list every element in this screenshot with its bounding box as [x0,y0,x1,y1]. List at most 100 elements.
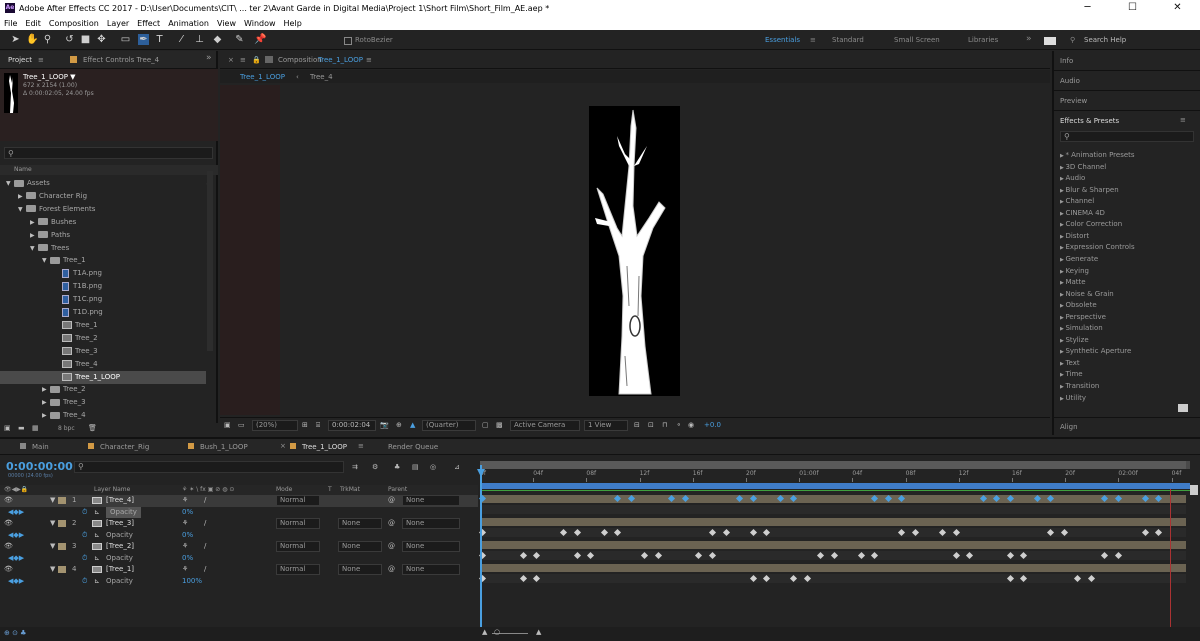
brush-tool-icon[interactable]: ⁄ [176,34,187,45]
puppet-pin-tool-icon[interactable]: 📌 [254,34,266,45]
comp-mini-flowchart-icon[interactable]: ⇉ [352,463,358,471]
snapshot-icon[interactable]: 📷 [380,421,389,429]
effect-category[interactable]: ▶ Time [1060,370,1083,378]
project-item[interactable]: ▶ Paths [0,229,206,242]
tab-character-rig[interactable]: Character_Rig [100,443,149,451]
project-item[interactable]: T1C.png [0,293,206,306]
pen-tool-icon[interactable]: ✒ [138,34,149,45]
timeline-icon[interactable]: ⊓ [662,421,667,429]
effects-search-input[interactable]: ⚲ [1060,131,1194,142]
hand-tool-icon[interactable]: ✋ [26,34,38,45]
workspace-small-screen[interactable]: Small Screen [894,36,940,44]
menu-edit[interactable]: Edit [25,19,41,28]
selection-tool-icon[interactable]: ➤ [10,34,21,45]
effect-category[interactable]: ▶ Synthetic Aperture [1060,347,1131,355]
shy-switch-icon[interactable]: ⚘ [182,541,188,552]
type-tool-icon[interactable]: T [154,34,165,45]
draft-3d-icon[interactable]: ⚙ [372,463,378,471]
expand-down-icon[interactable]: ▼ [42,254,50,267]
panel-overflow-icon[interactable]: » [206,53,212,63]
shy-switch-icon[interactable]: ⚘ [182,564,188,575]
project-item[interactable]: T1D.png [0,306,206,319]
workspace-more-button[interactable]: » [1026,34,1032,44]
twirl-down-icon[interactable]: ▼ [50,541,55,552]
stopwatch-icon[interactable]: ⏱ [82,507,87,518]
composition-tab-name[interactable]: Tree_1_LOOP [318,56,363,64]
project-item[interactable]: ▶ Tree_4 [0,409,206,422]
monitor-icon[interactable]: ▭ [238,421,245,429]
quality-switch-icon[interactable]: / [204,541,206,552]
project-search-input[interactable]: ⚲ [4,147,213,159]
project-item[interactable]: Tree_3 [0,345,206,358]
project-item[interactable]: ▶ Bushes [0,216,206,229]
clone-stamp-tool-icon[interactable]: ⊥ [194,34,205,45]
parent-dropdown[interactable]: None [402,518,460,529]
trash-icon[interactable]: 🗑 [88,424,97,432]
timecode-display[interactable]: 0:00:02:04 [328,420,376,431]
rectangle-tool-icon[interactable]: ▭ [120,34,131,45]
tab-effect-controls[interactable]: Effect Controls Tree_4 [83,56,159,64]
layer-duration-bar[interactable] [480,564,1186,572]
effect-category[interactable]: ▶ Expression Controls [1060,243,1135,251]
workspace-libraries[interactable]: Libraries [968,36,998,44]
parent-dropdown[interactable]: None [402,495,460,506]
layer-name[interactable]: [Tree_3] [106,518,134,529]
layer-name[interactable]: [Tree_2] [106,541,134,552]
project-item[interactable]: ▶ Character Rig [0,190,206,203]
project-item[interactable]: T1A.png [0,267,206,280]
layer-duration-bar[interactable] [480,541,1186,549]
close-button[interactable]: ✕ [1155,0,1200,16]
close-comp-icon[interactable]: × [228,56,234,64]
project-item[interactable]: Tree_2 [0,332,206,345]
channel-icon[interactable]: ▲ [410,421,415,429]
project-item[interactable]: Tree_1_LOOP [0,370,206,384]
interpret-footage-icon[interactable]: ▣ [4,424,11,432]
parent-dropdown[interactable]: None [402,541,460,552]
layer-row[interactable]: 👁 ▼ 2 [Tree_3] ⚘ / Normal None @ None [0,518,478,530]
parent-dropdown[interactable]: None [402,564,460,575]
eye-icon[interactable]: 👁 [4,541,13,552]
fast-previews-icon[interactable]: ⊡ [648,421,654,429]
new-bin-icon[interactable] [1178,404,1188,412]
expand-down-icon[interactable]: ▼ [6,177,14,190]
effect-category[interactable]: ▶ Simulation [1060,324,1103,332]
label-color-icon[interactable] [58,497,66,504]
effect-category[interactable]: ▶ Stylize [1060,336,1089,344]
project-scrollbar[interactable] [207,171,213,351]
project-item[interactable]: ▶ Tree_2 [0,383,206,396]
opacity-property-row[interactable]: ◀◆▶ ⏱ ⊾ Opacity 0% [0,553,478,565]
time-navigator[interactable] [480,461,1190,469]
minimize-button[interactable]: ─ [1065,0,1110,16]
eye-icon[interactable]: 👁 [4,564,13,575]
graph-editor-icon[interactable]: ⊿ [454,463,460,471]
label-color-icon[interactable] [58,543,66,550]
layer-name[interactable]: [Tree_1] [106,564,134,575]
mask-visibility-icon[interactable]: ⌸ [316,421,320,430]
effects-menu-icon[interactable]: ≡ [1180,116,1186,124]
breadcrumb-tree-4[interactable]: Tree_4 [310,73,333,81]
breadcrumb-tree-1-loop[interactable]: Tree_1_LOOP [240,73,285,81]
toggle-pixel-aspect-icon[interactable]: ⊟ [634,421,640,429]
expand-down-icon[interactable]: ▼ [18,203,26,216]
time-ruler[interactable]: 0f 04f 08f 12f 16f 20f 01:00f 04f 08f 12f 16f 20f 02… [480,469,1190,482]
effect-category[interactable]: ▶ Transition [1060,382,1099,390]
menu-layer[interactable]: Layer [107,19,129,28]
reset-exposure-icon[interactable]: ◉ [688,421,694,429]
region-of-interest-icon[interactable]: ▢ [482,421,489,429]
expand-right-icon[interactable]: ▶ [42,396,50,409]
exposure-value[interactable]: +0.0 [704,421,721,429]
expand-right-icon[interactable]: ▶ [30,229,38,242]
layer-row[interactable]: 👁 ▼ 4 [Tree_1] ⚘ / Normal None @ None [0,564,478,576]
sync-settings-icon[interactable] [1044,37,1056,45]
zoom-out-icon[interactable]: ▲ [482,628,487,636]
eraser-tool-icon[interactable]: ◆ [212,34,223,45]
layer-row[interactable]: 👁 ▼ 1 [Tree_4] ⚘ / Normal @ None [0,495,478,507]
timeline-menu-icon[interactable]: ≡ [358,442,364,450]
effect-category[interactable]: ▶ Audio [1060,174,1085,182]
label-color-icon[interactable] [58,566,66,573]
lock-icon[interactable]: 🔒 [252,56,261,64]
playhead[interactable] [480,465,482,631]
project-item[interactable]: ▼ Trees [0,242,206,255]
menu-help[interactable]: Help [284,19,302,28]
shy-layers-icon[interactable]: ♣ [394,463,400,471]
